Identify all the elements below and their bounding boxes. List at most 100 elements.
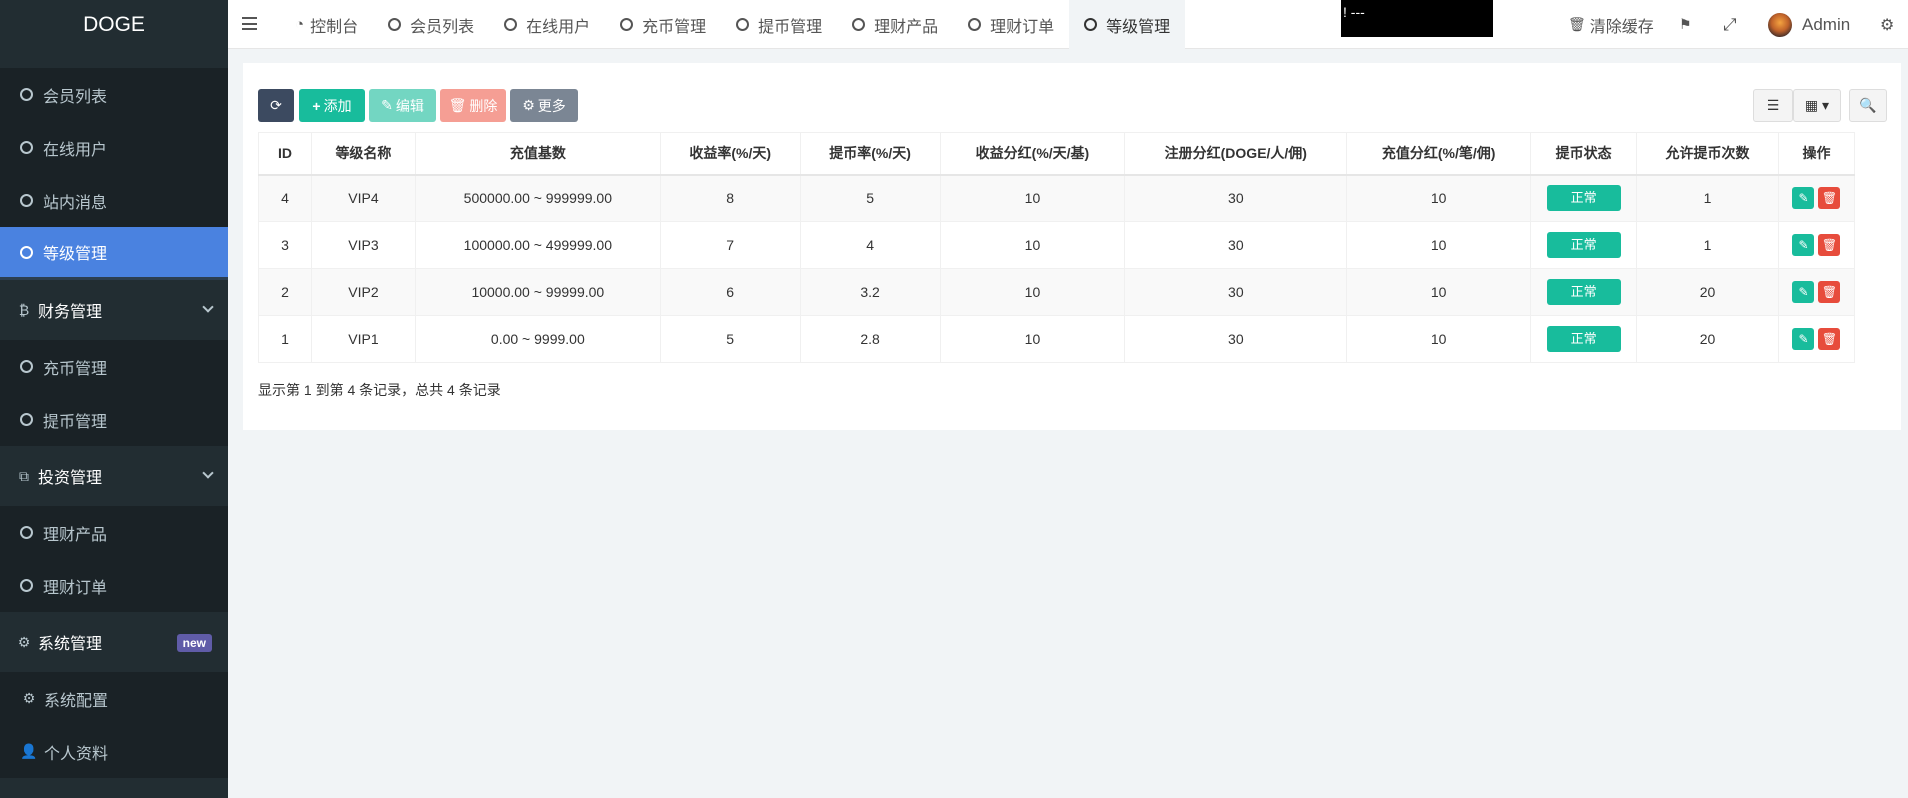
logo[interactable]: DOGE [0, 0, 228, 49]
logo-text: DOGE [83, 12, 145, 36]
row-edit-button[interactable]: ✎ [1792, 328, 1815, 350]
sidebar-item-online-users[interactable]: 在线用户 [0, 121, 228, 174]
sidebar-group-investment[interactable]: ⧉ 投资管理 [0, 446, 228, 506]
row-edit-button[interactable]: ✎ [1792, 281, 1815, 303]
circle-icon [20, 88, 33, 101]
settings-gear-icon[interactable]: ⚙ [1880, 0, 1894, 49]
search-button[interactable]: 🔍 [1849, 89, 1887, 122]
user-menu[interactable]: Admin [1768, 0, 1850, 49]
sidebar-item-messages[interactable]: 站内消息 [0, 174, 228, 227]
circle-icon [388, 18, 402, 31]
chevron-down-icon [202, 467, 214, 479]
sidebar-item-member-list[interactable]: 会员列表 [0, 68, 228, 121]
sidebar-item-profile[interactable]: 👤 个人资料 [0, 725, 228, 778]
sidebar-item-withdraw[interactable]: 提币管理 [0, 393, 228, 446]
gear-icon: ⚙ [22, 690, 36, 706]
search-icon: 🔍 [1859, 97, 1877, 113]
clear-cache-button[interactable]: 🗑 清除缓存 [1568, 0, 1654, 49]
list-icon: ☰ [1766, 97, 1780, 113]
tab-products[interactable]: 理财产品 [837, 0, 953, 49]
edit-button[interactable]: ✎ 编辑 [369, 89, 436, 122]
user-icon: 👤 [20, 743, 38, 759]
trash-icon: 🗑 [1568, 16, 1586, 32]
circle-icon [968, 18, 982, 31]
circle-icon [620, 18, 634, 31]
circle-icon [20, 141, 33, 154]
col-header[interactable]: ID [258, 132, 312, 176]
col-header[interactable]: 允许提币次数 [1636, 132, 1779, 176]
toggle-view-button[interactable]: ☰ [1753, 89, 1793, 122]
row-delete-button[interactable]: 🗑 [1818, 187, 1841, 210]
bitcoin-icon: ₿ [18, 302, 30, 318]
new-badge: new [176, 634, 212, 652]
col-header[interactable]: 充值分红(%/笔/佣) [1346, 132, 1532, 176]
sidebar-item-products[interactable]: 理财产品 [0, 506, 228, 559]
language-icon[interactable]: ⚑ [1679, 0, 1692, 49]
row-edit-button[interactable]: ✎ [1792, 187, 1815, 210]
tab-withdraw[interactable]: 提币管理 [721, 0, 837, 49]
table-row[interactable]: 2 VIP2 10000.00 ~ 99999.00 6 3.2 10 30 10 正常 20… [258, 268, 1856, 316]
circle-icon [20, 579, 33, 592]
circle-icon [20, 413, 33, 426]
fullscreen-icon[interactable]: ⤢ [1723, 0, 1737, 49]
tab-dashboard[interactable]: ◔ 控制台 [280, 0, 373, 49]
sidebar-item-deposit[interactable]: 充币管理 [0, 340, 228, 393]
plus-icon: + [312, 97, 321, 114]
circle-icon [504, 18, 518, 31]
circle-icon [736, 18, 750, 31]
refresh-button[interactable]: ⟳ [258, 89, 294, 122]
avatar [1768, 12, 1792, 37]
refresh-icon: ⟳ [270, 97, 282, 113]
col-header[interactable]: 收益率(%/天) [659, 132, 801, 176]
tab-member-list[interactable]: 会员列表 [373, 0, 489, 49]
debug-box: ! --- [1341, 0, 1493, 37]
delete-button[interactable]: 🗑 删除 [440, 89, 506, 122]
columns-button[interactable]: ▦ ▾ [1793, 89, 1841, 122]
table-row[interactable]: 3 VIP3 100000.00 ~ 499999.00 7 4 10 30 10 正常 1 … [258, 221, 1856, 269]
chevron-down-icon [202, 301, 214, 313]
sidebar-item-level-management[interactable]: 等级管理 [0, 227, 228, 280]
tab-bar: ◔ 控制台 会员列表 在线用户 充币管理 提币管理 理财产品 理财订单 等级管理 [280, 0, 1186, 49]
trash-icon: 🗑 [448, 97, 467, 113]
status-badge[interactable]: 正常 [1546, 326, 1621, 352]
row-delete-button[interactable]: 🗑 [1818, 328, 1841, 350]
dashboard-icon: ◔ [295, 16, 305, 33]
more-button[interactable]: ⚙ 更多 [510, 89, 578, 122]
sidebar-menu: 会员列表 在线用户 站内消息 等级管理 ₿ 财务管理 充币管理 提币管理 ⧉ 投资管… [0, 68, 228, 778]
grid-icon: ▦ ▾ [1804, 97, 1830, 113]
sidebar-item-system-config[interactable]: ⚙ 系统配置 [0, 672, 228, 725]
col-header: 操作 [1777, 132, 1856, 176]
row-delete-button[interactable]: 🗑 [1818, 234, 1841, 256]
sidebar-item-orders[interactable]: 理财订单 [0, 559, 228, 612]
status-badge[interactable]: 正常 [1546, 185, 1621, 212]
col-header[interactable]: 等级名称 [310, 132, 416, 176]
table-header-row: ID 等级名称 充值基数 收益率(%/天) 提币率(%/天) 收益分红(%/天/… [258, 132, 1856, 176]
pencil-icon: ✎ [381, 97, 393, 113]
table-row[interactable]: 1 VIP1 0.00 ~ 9999.00 5 2.8 10 30 10 正常 20 ✎ 🗑 [258, 315, 1856, 363]
row-edit-button[interactable]: ✎ [1792, 234, 1815, 256]
content-panel: ⟳ + 添加 ✎ 编辑 🗑 删除 ⚙ 更多 ☰ ▦ ▾ 🔍 ID 等级名称 充值基数 收… [243, 63, 1901, 430]
sidebar-group-system[interactable]: ⚙ 系统管理 new [0, 612, 228, 672]
menu-toggle-icon[interactable] [242, 17, 257, 30]
col-header[interactable]: 注册分红(DOGE/人/佣) [1124, 132, 1348, 176]
add-button[interactable]: + 添加 [299, 89, 365, 122]
tab-deposit[interactable]: 充币管理 [605, 0, 721, 49]
circle-icon [1084, 18, 1098, 31]
tab-level-management[interactable]: 等级管理 [1069, 0, 1186, 49]
gears-icon: ⚙ [17, 633, 31, 650]
tab-online-users[interactable]: 在线用户 [489, 0, 605, 49]
sidebar-group-finance[interactable]: ₿ 财务管理 [0, 280, 228, 340]
col-header[interactable]: 收益分红(%/天/基) [939, 132, 1126, 176]
col-header[interactable]: 提币率(%/天) [799, 132, 941, 176]
col-header[interactable]: 充值基数 [414, 132, 661, 176]
table-row[interactable]: 4 VIP4 500000.00 ~ 999999.00 8 5 10 30 10 正常 1 … [258, 174, 1856, 222]
row-delete-button[interactable]: 🗑 [1818, 281, 1841, 303]
col-header[interactable]: 提币状态 [1530, 132, 1638, 176]
gear-icon: ⚙ [522, 97, 535, 113]
circle-icon [20, 526, 33, 539]
tab-orders[interactable]: 理财订单 [953, 0, 1069, 49]
circle-icon [20, 194, 33, 207]
circle-icon [852, 18, 866, 31]
status-badge[interactable]: 正常 [1546, 279, 1621, 305]
status-badge[interactable]: 正常 [1546, 232, 1621, 258]
